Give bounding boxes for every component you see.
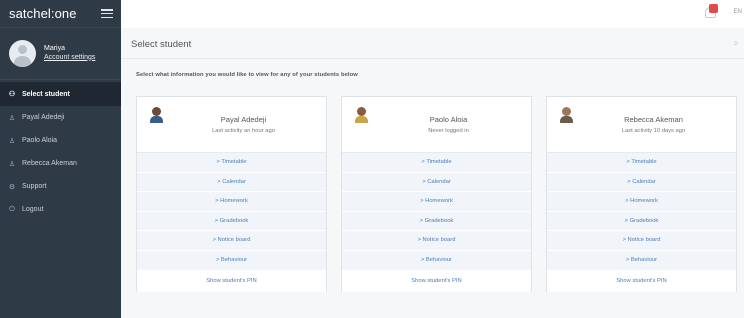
sidebar-item-payal-adedeji[interactable]: ♙ Payal Adedeji <box>0 106 121 129</box>
show-pin-link[interactable]: Show student's PIN <box>547 270 736 292</box>
student-photo <box>149 106 164 123</box>
timetable-link[interactable]: > Timetable <box>342 153 531 173</box>
sidebar-item-select-student[interactable]: ⚇ Select student <box>0 82 121 106</box>
person-icon: ♙ <box>8 137 16 145</box>
sidebar-item-support[interactable]: ⚙ Support <box>0 175 121 198</box>
sidebar-item-logout[interactable]: ⏻ Logout <box>0 198 121 221</box>
instruction-text: Select what information you would like t… <box>136 72 358 78</box>
student-card-header: Paolo Aloia Never logged in <box>342 97 531 153</box>
show-pin-link[interactable]: Show student's PIN <box>137 270 326 292</box>
language-selector[interactable]: EN <box>734 9 742 15</box>
sidebar-item-label: Paolo Aloia <box>22 137 58 144</box>
student-menu: > Timetable > Calendar > Homework > Grad… <box>137 153 326 271</box>
main-content: Select student ⌂ Select what information… <box>121 28 744 318</box>
calendar-link[interactable]: > Calendar <box>547 173 736 193</box>
student-card-rebecca-akeman: Rebecca Akeman Last activity 10 days ago… <box>546 96 737 292</box>
sidebar-item-label: Logout <box>22 206 44 213</box>
student-card-paolo-aloia: Paolo Aloia Never logged in > Timetable … <box>341 96 532 292</box>
home-icon[interactable]: ⌂ <box>734 40 738 47</box>
sidebar-item-label: Select student <box>22 90 70 98</box>
student-menu: > Timetable > Calendar > Homework > Grad… <box>342 153 531 271</box>
gradebook-link[interactable]: > Gradebook <box>342 212 531 232</box>
person-icon: ♙ <box>8 160 16 168</box>
student-name: Payal Adedeji <box>220 115 267 124</box>
student-menu: > Timetable > Calendar > Homework > Grad… <box>547 153 736 271</box>
gradebook-link[interactable]: > Gradebook <box>137 212 326 232</box>
gradebook-link[interactable]: > Gradebook <box>547 212 736 232</box>
person-icon: ♙ <box>8 114 16 122</box>
student-photo <box>354 106 369 123</box>
timetable-link[interactable]: > Timetable <box>547 153 736 173</box>
sidebar-item-label: Rebecca Akeman <box>22 160 77 167</box>
sidebar-item-rebecca-akeman[interactable]: ♙ Rebecca Akeman <box>0 152 121 175</box>
brand-logo[interactable]: satchel:one <box>9 6 77 21</box>
student-activity: Never logged in <box>428 128 469 134</box>
top-bar: EN <box>121 0 744 28</box>
student-card-payal-adedeji: Payal Adedeji Last activity an hour ago … <box>136 96 327 292</box>
timetable-link[interactable]: > Timetable <box>137 153 326 173</box>
behaviour-link[interactable]: > Behaviour <box>137 251 326 271</box>
homework-link[interactable]: > Homework <box>342 192 531 212</box>
student-name: Rebecca Akeman <box>624 115 683 124</box>
avatar <box>9 40 36 67</box>
hamburger-menu-icon[interactable] <box>101 9 113 18</box>
notice-board-link[interactable]: > Notice board <box>137 231 326 251</box>
students-icon: ⚇ <box>8 91 16 98</box>
account-settings-link[interactable]: Account settings <box>44 54 95 62</box>
calendar-link[interactable]: > Calendar <box>137 173 326 193</box>
sidebar-item-label: Payal Adedeji <box>22 114 65 121</box>
homework-link[interactable]: > Homework <box>137 192 326 212</box>
student-card-header: Rebecca Akeman Last activity 10 days ago <box>547 97 736 153</box>
behaviour-link[interactable]: > Behaviour <box>342 251 531 271</box>
show-pin-link[interactable]: Show student's PIN <box>342 270 531 292</box>
notice-board-link[interactable]: > Notice board <box>342 231 531 251</box>
notification-badge <box>709 4 718 13</box>
sidebar-item-paolo-aloia[interactable]: ♙ Paolo Aloia <box>0 129 121 152</box>
student-photo <box>559 106 574 123</box>
behaviour-link[interactable]: > Behaviour <box>547 251 736 271</box>
divider <box>121 58 744 59</box>
sidebar-nav: ⚇ Select student ♙ Payal Adedeji ♙ Paolo… <box>0 82 121 221</box>
calendar-link[interactable]: > Calendar <box>342 173 531 193</box>
support-icon: ⚙ <box>8 183 16 191</box>
student-activity: Last activity an hour ago <box>212 128 275 134</box>
profile-name: Mariya <box>44 45 66 53</box>
sidebar: satchel:one Mariya Account settings ⚇ Se… <box>0 0 121 318</box>
student-cards: Payal Adedeji Last activity an hour ago … <box>136 96 741 292</box>
notifications-button[interactable] <box>703 4 719 22</box>
profile: Mariya Account settings <box>0 28 121 80</box>
sidebar-item-label: Support <box>22 183 47 190</box>
page-title: Select student <box>131 39 192 50</box>
homework-link[interactable]: > Homework <box>547 192 736 212</box>
power-icon: ⏻ <box>9 205 15 213</box>
student-name: Paolo Aloia <box>429 115 468 124</box>
student-card-header: Payal Adedeji Last activity an hour ago <box>137 97 326 153</box>
student-activity: Last activity 10 days ago <box>621 128 686 134</box>
brand-bar: satchel:one <box>0 0 121 28</box>
notice-board-link[interactable]: > Notice board <box>547 231 736 251</box>
